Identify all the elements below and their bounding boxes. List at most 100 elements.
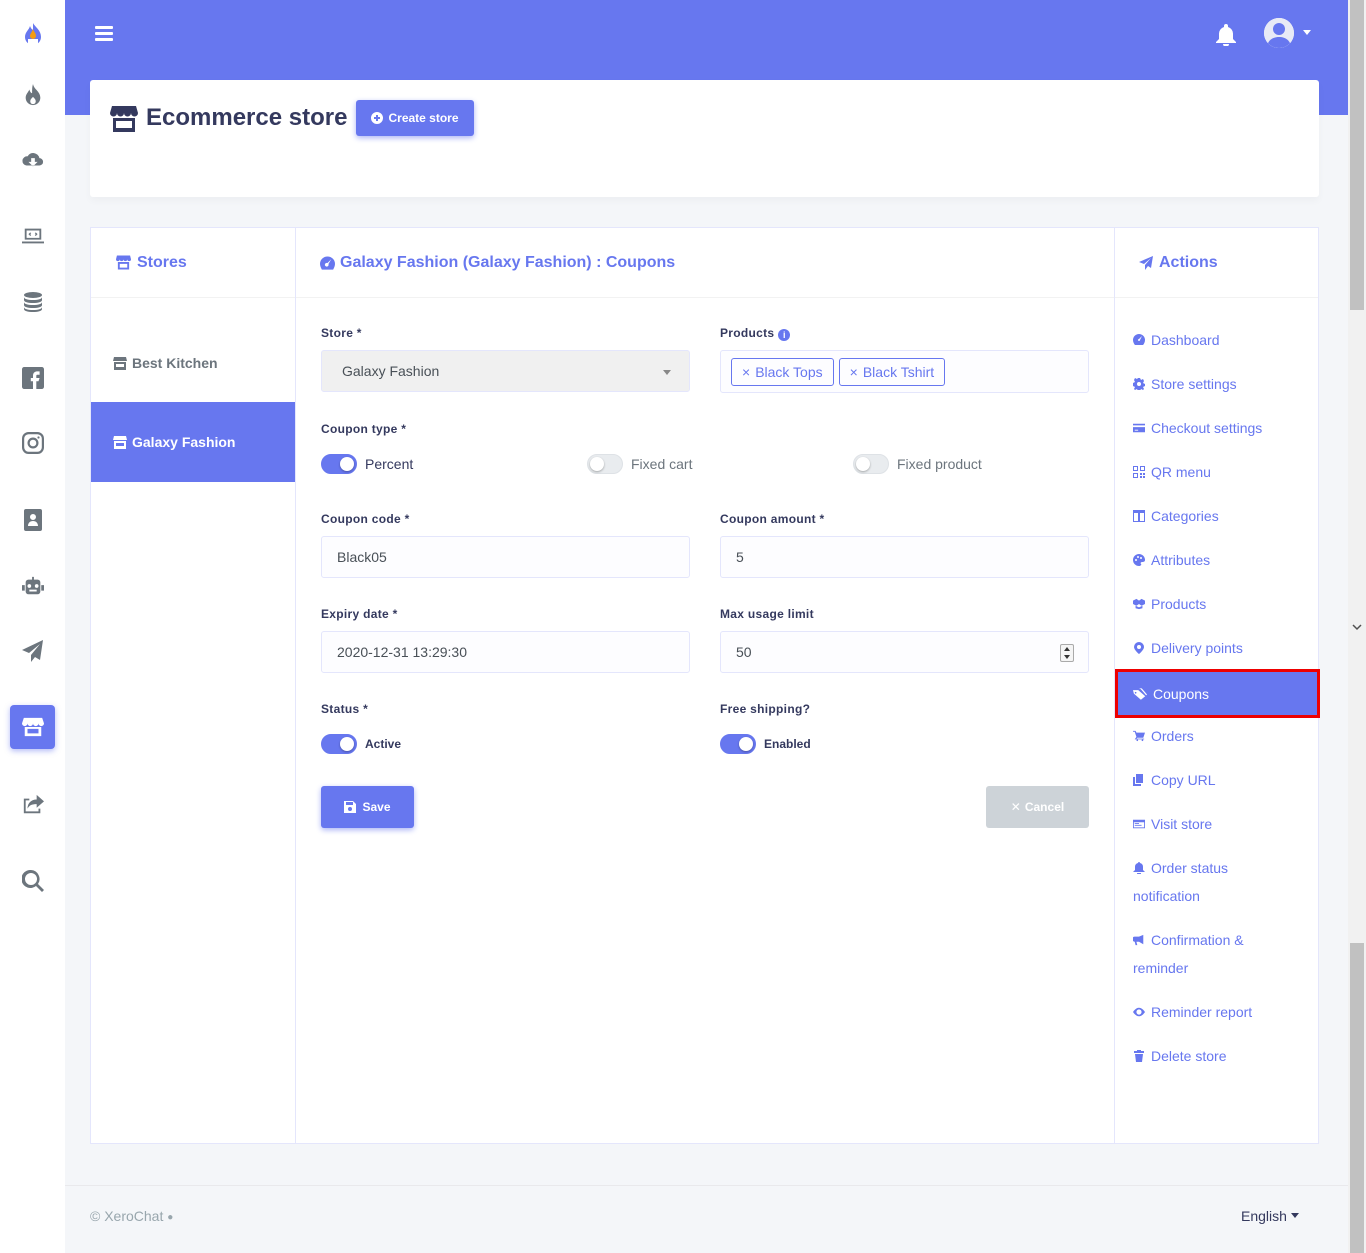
actions-heading: Actions xyxy=(1115,228,1318,298)
percent-toggle[interactable] xyxy=(321,454,357,474)
boxes-icon xyxy=(1133,598,1145,610)
action-checkout-settings[interactable]: Checkout settings xyxy=(1115,414,1318,442)
expiry-date-label: Expiry date * xyxy=(321,607,398,621)
user-menu-caret-icon[interactable] xyxy=(1303,30,1311,35)
product-tag[interactable]: × Black Tshirt xyxy=(838,357,946,386)
free-shipping-toggle[interactable] xyxy=(720,734,756,754)
app-logo-icon[interactable] xyxy=(10,15,55,59)
store-icon xyxy=(113,435,127,449)
fire-icon[interactable] xyxy=(10,73,55,117)
facebook-icon[interactable] xyxy=(10,356,55,400)
store-select[interactable]: Galaxy Fashion xyxy=(321,350,690,392)
fixed-product-toggle[interactable] xyxy=(853,454,889,474)
fixed-cart-toggle[interactable] xyxy=(587,454,623,474)
user-avatar[interactable] xyxy=(1264,18,1294,48)
actions-column: Actions Dashboard Store settings Checkou… xyxy=(1115,228,1320,1143)
scrollbar-thumb[interactable] xyxy=(1350,0,1364,310)
store-item-label: Best Kitchen xyxy=(132,355,218,371)
store-icon[interactable] xyxy=(10,705,55,749)
action-label: Copy URL xyxy=(1151,772,1216,788)
action-copy-url[interactable]: Copy URL xyxy=(1115,766,1318,794)
instagram-icon[interactable] xyxy=(10,421,55,465)
remove-tag-icon[interactable]: × xyxy=(742,364,750,380)
contact-book-icon[interactable] xyxy=(10,498,55,542)
action-label: Coupons xyxy=(1153,685,1210,702)
action-label: Delivery points xyxy=(1151,640,1243,656)
share-square-icon[interactable] xyxy=(10,783,55,827)
expiry-date-input[interactable]: 2020-12-31 13:29:30 xyxy=(321,631,690,673)
product-tag-label: Black Tshirt xyxy=(862,363,935,380)
page-title: Ecommerce store xyxy=(146,104,348,131)
language-selector[interactable]: English xyxy=(1241,1208,1299,1224)
action-label: Attributes xyxy=(1151,552,1211,568)
eye-icon xyxy=(1133,1007,1145,1017)
search-icon[interactable] xyxy=(10,859,55,903)
action-delivery-points[interactable]: Delivery points xyxy=(1115,634,1318,662)
palette-icon xyxy=(1133,554,1145,566)
scrollbar-thumb-lower[interactable] xyxy=(1350,943,1364,1253)
robot-icon[interactable] xyxy=(10,564,55,608)
coupon-code-input[interactable]: Black05 xyxy=(321,536,690,578)
number-stepper[interactable] xyxy=(1060,644,1074,662)
icon-sidebar xyxy=(0,0,65,1253)
status-label: Status * xyxy=(321,702,369,716)
coupon-code-label: Coupon code * xyxy=(321,512,410,526)
action-dashboard[interactable]: Dashboard xyxy=(1115,326,1318,354)
products-multiselect[interactable]: × Black Tops × Black Tshirt xyxy=(720,350,1089,393)
store-icon xyxy=(116,255,131,270)
close-icon: ✕ xyxy=(1010,800,1021,814)
action-coupons[interactable]: Coupons xyxy=(1115,669,1320,718)
cloud-download-icon[interactable] xyxy=(10,138,55,182)
action-label: Order status notification xyxy=(1133,860,1229,904)
actions-heading-label: Actions xyxy=(1159,253,1218,271)
menu-toggle-icon[interactable] xyxy=(95,26,113,42)
coupon-type-label: Coupon type * xyxy=(321,422,407,436)
status-toggle[interactable] xyxy=(321,734,357,754)
coins-icon[interactable] xyxy=(10,280,55,324)
action-store-settings[interactable]: Store settings xyxy=(1115,370,1318,398)
laptop-code-icon[interactable] xyxy=(10,214,55,258)
paper-plane-icon xyxy=(1139,255,1153,270)
action-attributes[interactable]: Attributes xyxy=(1115,546,1318,574)
action-delete-store[interactable]: Delete store xyxy=(1115,1042,1318,1070)
action-visit-store[interactable]: Visit store xyxy=(1115,810,1318,838)
coupon-form-title: Galaxy Fashion (Galaxy Fashion) : Coupon… xyxy=(340,253,676,271)
product-tag[interactable]: × Black Tops xyxy=(731,357,834,386)
tags-icon xyxy=(1133,687,1147,700)
copyright-text: © XeroChat xyxy=(90,1208,164,1224)
products-label: Products i xyxy=(720,326,791,341)
max-usage-input[interactable]: 50 xyxy=(720,631,1089,673)
scroll-down-icon[interactable] xyxy=(1352,622,1362,632)
cancel-button[interactable]: ✕ Cancel xyxy=(986,786,1089,828)
info-icon[interactable]: i xyxy=(778,329,791,341)
action-order-status-notification[interactable]: Order status notification xyxy=(1115,854,1255,910)
free-shipping-toggle-label: Enabled xyxy=(764,737,811,751)
action-label: Confirmation & reminder xyxy=(1133,932,1244,976)
bell-icon xyxy=(1133,862,1145,875)
footer-copyright: © XeroChat ● xyxy=(90,1208,173,1224)
create-store-button[interactable]: Create store xyxy=(356,100,474,136)
gear-icon xyxy=(1133,378,1145,391)
action-products[interactable]: Products xyxy=(1115,590,1318,618)
action-label: Store settings xyxy=(1151,376,1237,392)
save-button[interactable]: Save xyxy=(321,786,414,828)
remove-tag-icon[interactable]: × xyxy=(850,364,858,380)
chevron-down-icon xyxy=(663,370,671,375)
coupon-amount-input[interactable]: 5 xyxy=(720,536,1089,578)
action-reminder-report[interactable]: Reminder report xyxy=(1115,998,1318,1026)
store-item-galaxy-fashion[interactable]: Galaxy Fashion xyxy=(91,402,295,482)
cart-icon xyxy=(1133,730,1145,742)
bullet-separator: ● xyxy=(167,1212,174,1223)
store-item-best-kitchen[interactable]: Best Kitchen xyxy=(91,323,295,403)
max-usage-label: Max usage limit xyxy=(720,607,814,621)
notification-bell-icon[interactable] xyxy=(1216,24,1236,47)
action-confirmation-reminder[interactable]: Confirmation & reminder xyxy=(1115,926,1265,982)
action-qr-menu[interactable]: QR menu xyxy=(1115,458,1318,486)
bullhorn-icon xyxy=(1132,934,1144,946)
qrcode-icon xyxy=(1133,466,1145,478)
action-categories[interactable]: Categories xyxy=(1115,502,1318,530)
store-panel: Stores Best Kitchen Galaxy Fashion Galax… xyxy=(90,227,1320,1144)
save-icon xyxy=(344,801,357,813)
action-orders[interactable]: Orders xyxy=(1115,722,1318,750)
paper-plane-icon[interactable] xyxy=(10,629,55,673)
